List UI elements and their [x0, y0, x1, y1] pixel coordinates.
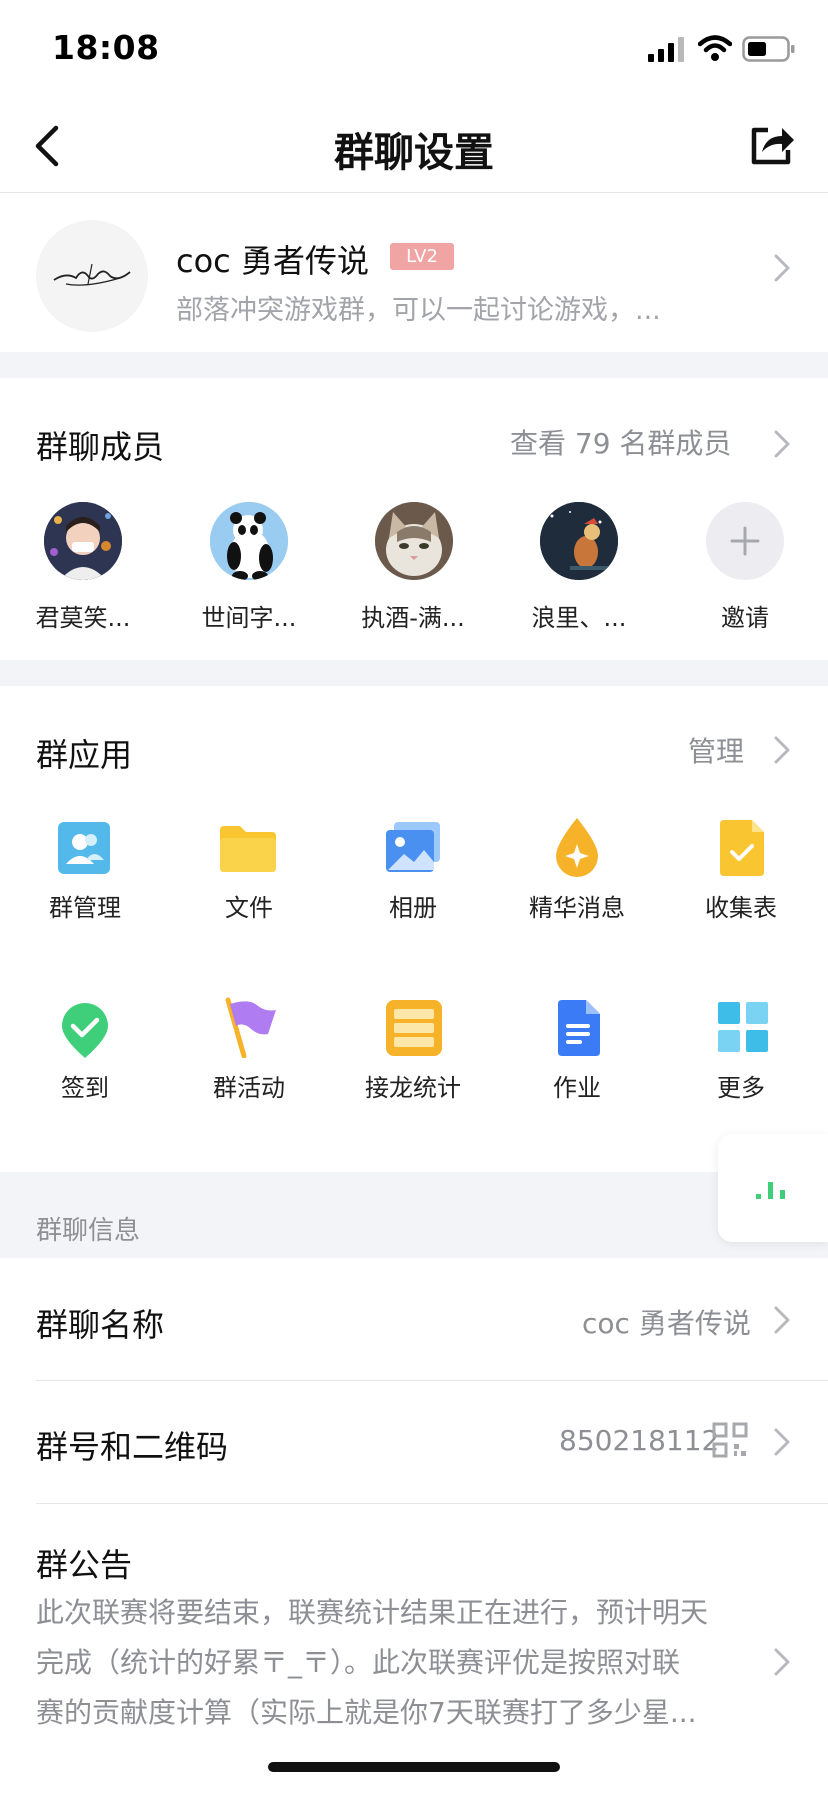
- app-label: 文件: [225, 894, 273, 922]
- invite-button[interactable]: [706, 502, 784, 580]
- app-label: 精华消息: [529, 894, 625, 922]
- chevron-right-icon: [772, 1426, 792, 1462]
- app-chain-stats[interactable]: 接龙统计: [338, 992, 488, 1102]
- member-name: 世间字...: [201, 604, 297, 632]
- home-indicator: [268, 1762, 560, 1772]
- app-checkin[interactable]: 签到: [10, 992, 160, 1102]
- chevron-right-icon: [772, 428, 792, 464]
- photo-album-icon: [386, 822, 440, 872]
- member-avatar[interactable]: [375, 502, 453, 580]
- invite-label: 邀请: [721, 604, 769, 632]
- view-all-members-label: 查看 79 名群成员: [510, 427, 732, 460]
- app-label: 相册: [389, 894, 437, 922]
- bar-signal-icon: [756, 1182, 785, 1199]
- app-group-activity[interactable]: 群活动: [174, 992, 324, 1102]
- group-number-title: 群号和二维码: [36, 1428, 229, 1466]
- app-label: 收集表: [705, 894, 777, 922]
- app-group-manage[interactable]: 群管理: [10, 812, 160, 922]
- status-time: 18:08: [52, 28, 160, 67]
- notice-line: 赛的贡献度计算（实际上就是你7天联赛打了多少星...: [36, 1696, 697, 1729]
- group-name-value: coc 勇者传说: [582, 1307, 751, 1340]
- group-name: coc 勇者传说: [176, 242, 369, 280]
- app-label: 作业: [553, 1074, 601, 1102]
- cellular-signal-icon: [648, 36, 688, 66]
- notice-title: 群公告: [36, 1546, 133, 1584]
- app-label: 群管理: [49, 894, 121, 922]
- plus-icon: [730, 526, 760, 556]
- grid-more-icon: [718, 1002, 768, 1052]
- qr-code-icon: [712, 1422, 748, 1462]
- collect-form-icon: [720, 820, 764, 876]
- member-avatar[interactable]: [44, 502, 122, 580]
- homework-doc-icon: [558, 1000, 600, 1056]
- chevron-right-icon: [772, 734, 792, 770]
- share-button[interactable]: [748, 120, 796, 172]
- app-file[interactable]: 文件: [174, 812, 324, 922]
- app-label: 更多: [717, 1074, 765, 1102]
- group-name-title: 群聊名称: [36, 1306, 165, 1344]
- apps-manage-label: 管理: [688, 735, 745, 768]
- app-collect-form[interactable]: 收集表: [666, 812, 816, 922]
- checkin-icon: [62, 1003, 108, 1058]
- flag-icon: [225, 997, 276, 1058]
- floating-stats-button[interactable]: [718, 1134, 828, 1242]
- member-name: 浪里、...: [531, 604, 627, 632]
- wifi-icon: [697, 34, 733, 66]
- chevron-right-icon: [772, 1304, 792, 1340]
- signature-logo-icon: [53, 263, 131, 286]
- notice-text: 此次联赛将要结束，联赛统计结果正在进行，预计明天 完成（统计的好累〒_〒）。此次…: [36, 1588, 756, 1738]
- member-name: 执酒-满...: [361, 604, 465, 632]
- group-number-value: 850218112: [559, 1424, 720, 1457]
- app-more[interactable]: 更多: [666, 992, 816, 1102]
- app-label: 群活动: [213, 1074, 285, 1102]
- info-section-label: 群聊信息: [36, 1216, 141, 1246]
- folder-icon: [220, 826, 276, 872]
- notice-line: 完成（统计的好累〒_〒）。此次联赛评优是按照对联: [36, 1646, 681, 1679]
- app-label: 接龙统计: [365, 1074, 461, 1102]
- group-avatar: [36, 220, 148, 332]
- member-name: 君莫笑...: [35, 604, 131, 632]
- app-essence[interactable]: 精华消息: [502, 812, 652, 922]
- section-gap: [0, 660, 828, 686]
- share-icon: [751, 127, 794, 165]
- page-title: 群聊设置: [334, 130, 494, 176]
- apps-manage-link[interactable]: 管理: [688, 728, 744, 772]
- app-label: 签到: [61, 1074, 109, 1102]
- list-stats-icon: [386, 1000, 442, 1056]
- app-album[interactable]: 相册: [338, 812, 488, 922]
- battery-icon: [742, 36, 796, 66]
- view-all-members-link[interactable]: 查看 79 名群成员: [510, 420, 731, 464]
- member-avatar[interactable]: [540, 502, 618, 580]
- chevron-right-icon: [772, 252, 792, 293]
- chevron-right-icon: [772, 1646, 792, 1682]
- group-manage-icon: [58, 822, 110, 874]
- members-title: 群聊成员: [36, 428, 165, 466]
- section-gap: [0, 352, 828, 378]
- app-homework[interactable]: 作业: [502, 992, 652, 1102]
- member-avatar[interactable]: [210, 502, 288, 580]
- notice-line: 此次联赛将要结束，联赛统计结果正在进行，预计明天: [36, 1596, 709, 1629]
- essence-drop-icon: [556, 818, 598, 877]
- apps-title: 群应用: [36, 736, 133, 774]
- level-badge: LV2: [390, 243, 454, 270]
- group-description: 部落冲突游戏群，可以一起讨论游戏，...: [176, 295, 661, 326]
